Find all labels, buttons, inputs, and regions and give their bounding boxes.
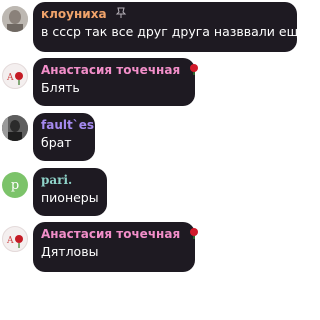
author-name[interactable]: Анастасия точечная xyxy=(41,226,199,242)
message-bubble: клоуниха в ссср так все друг друга назвв… xyxy=(33,2,307,52)
message-bubble: fault`es брат xyxy=(33,113,95,161)
avatar[interactable] xyxy=(2,6,28,32)
message-text: Блять xyxy=(41,80,80,95)
avatar-letter: p xyxy=(10,177,20,193)
rose-icon xyxy=(190,228,199,239)
message-bubble: pari. пионеры xyxy=(33,168,107,216)
message-text: пионеры xyxy=(41,190,99,205)
avatar-face-icon: A xyxy=(6,72,23,85)
author-name[interactable]: клоуниха xyxy=(41,6,288,22)
avatar-face-icon xyxy=(2,6,28,32)
message-text: Дятловы xyxy=(41,244,99,259)
avatar[interactable]: A xyxy=(2,63,28,89)
svg-text:A: A xyxy=(6,73,14,83)
author-name[interactable]: fault`es xyxy=(41,117,94,133)
avatar-face-icon xyxy=(2,115,28,141)
message-text: в ссср так все друг друга назввали еще xyxy=(41,24,307,39)
author-name[interactable]: pari. xyxy=(41,172,98,188)
avatar-face-icon: A xyxy=(6,235,23,248)
rose-icon xyxy=(190,64,199,75)
avatar[interactable] xyxy=(2,115,28,141)
pin-icon xyxy=(115,7,126,18)
author-name[interactable]: Анастасия точечная xyxy=(41,62,199,78)
message-bubble: Анастасия точечная Блять xyxy=(33,58,199,106)
message-bubble: Анастасия точечная Дятловы xyxy=(33,222,199,272)
avatar[interactable]: A xyxy=(2,226,28,252)
message-text: брат xyxy=(41,135,72,150)
avatar[interactable]: p xyxy=(2,172,28,198)
svg-text:A: A xyxy=(6,236,14,246)
